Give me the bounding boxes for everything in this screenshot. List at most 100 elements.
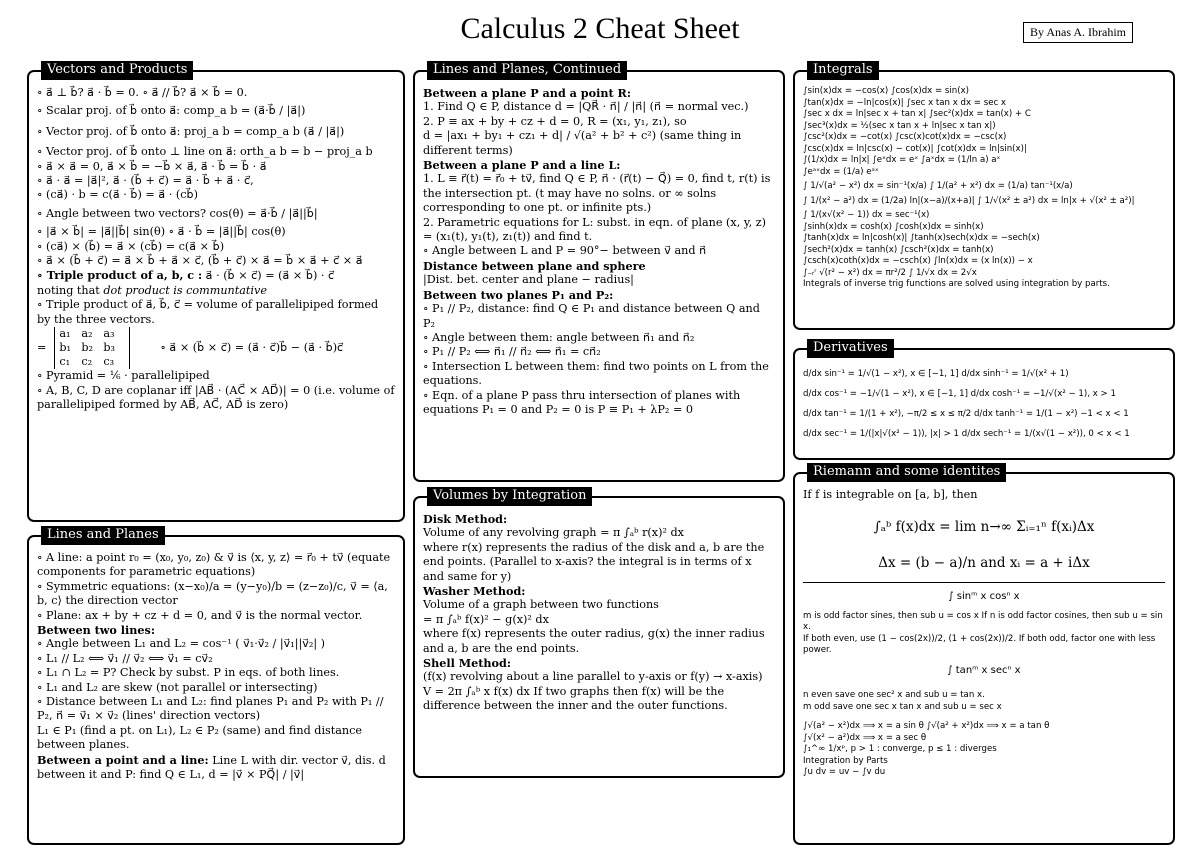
formula-line: ∘ Angle between L₁ and L₂ = cos⁻¹ ( v⃗₁·… [37, 637, 326, 651]
integral-formula: ∫ 1/√(a² − x²) dx = sin⁻¹(x/a) ∫ 1/(a² +… [803, 181, 1073, 191]
section-integrals: Integrals ∫sin(x)dx = −cos(x) ∫cos(x)dx … [793, 61, 1175, 330]
integral-note: Integrals of inverse trig functions are … [803, 279, 1110, 289]
formula-line: ∘ Plane: ax + by + cz + d = 0, and v⃗ is… [37, 608, 363, 622]
subheading: Shell Method: [423, 656, 511, 671]
formula-line: d = |ax₁ + by₁ + cz₁ + d| / √(a² + b² + … [423, 129, 742, 157]
triple-product-formula: a⃗ · (b⃗ × c⃗) = (a⃗ × b⃗) · c⃗ [202, 269, 335, 283]
formula-line: ∘ A, B, C, D are coplanar iff |AB⃗ · (AC… [37, 383, 395, 411]
formula-line: ∘ Scalar proj. of b⃗ onto a⃗: comp_a b =… [37, 104, 306, 118]
point-line-distance: Between a point and a line: Line L with … [37, 753, 395, 783]
section-derivatives: Derivatives d/dx sin⁻¹ = 1/√(1 − x²), x … [793, 339, 1175, 460]
section-header: Vectors and Products [41, 61, 194, 80]
formula-line: where f(x) represents the outer radius, … [423, 627, 765, 655]
matrix-cell: a₃ [103, 327, 115, 341]
integral-formula: ∫₋ᵣʳ √(r² − x²) dx = πr²/2 ∫ 1/√x dx = 2… [803, 267, 977, 278]
section-vectors: Vectors and Products ∘ a⃗ ⊥ b⃗? a⃗ · b⃗ … [27, 61, 405, 522]
formula-line: ∘ (ca⃗) × (b⃗) = a⃗ × (cb⃗) = c(a⃗ × b⃗) [37, 239, 225, 253]
formula-line: ∘ Eqn. of a plane P pass thru intersecti… [423, 388, 741, 416]
section-header: Riemann and some identites [807, 463, 1007, 482]
riemann-intro: If f is integrable on [a, b], then [803, 488, 978, 501]
formula-line: ∘ a⃗ ⊥ b⃗? a⃗ · b⃗ = 0. ∘ a⃗ // b⃗? a⃗ ×… [37, 86, 248, 99]
triple-product-note: noting that dot product is communtative [37, 284, 395, 298]
formula-line: ∘ a⃗ · a⃗ = |a⃗|², a⃗ · (b⃗ + c⃗) = a⃗ ·… [37, 174, 254, 188]
integral-formula: ∫csc²(x)dx = −cot(x) ∫csc(x)cot(x)dx = −… [803, 132, 1007, 142]
formula-line: L₁ ∈ P₁ (find a pt. on L₁), L₂ ∈ P₂ (sam… [37, 723, 363, 752]
section-volumes: Volumes by Integration Disk Method: Volu… [413, 487, 785, 778]
identity-heading: ∫ sinᵐ x cosⁿ x [948, 591, 1020, 603]
matrix-cell: b₂ [81, 341, 94, 355]
formula-line: 2. P ≡ ax + by + cz + d = 0, R = (x₁, y₁… [423, 114, 687, 128]
section-header: Lines and Planes, Continued [427, 61, 628, 80]
integral-formula: ∫tan(x)dx = −ln|cos(x)| ∫sec x tan x dx … [803, 97, 1007, 108]
triple-product: ∘ Triple product of a, b, c : a⃗ · (b⃗ ×… [37, 268, 395, 283]
subheading: Between two planes P₁ and P₂: [423, 287, 614, 302]
subheading: Distance between plane and sphere [423, 258, 646, 273]
formula-line: ∘ Angle between L and P = 90°− between v… [423, 244, 707, 258]
page-title: Calculus 2 Cheat Sheet [460, 12, 740, 45]
formula-line: ∘ Triple product of a⃗, b⃗, c⃗ = volume … [37, 298, 379, 326]
note-prefix: noting that [37, 283, 104, 297]
formula-line: ∘ L₁ // L₂ ⟺ v⃗₁ // v⃗₂ ⟺ v⃗₁ = cv⃗₂ [37, 651, 213, 665]
formula-line: 2. Parametric equations for L: subst. in… [423, 215, 767, 244]
subheading: Between a plane P and a point R: [423, 86, 631, 100]
author-badge: By Anas A. Ibrahim [1023, 22, 1133, 43]
identity-text: If both even, use (1 − cos(2x))/2, (1 + … [803, 633, 1156, 656]
matrix-cell: b₁ [59, 341, 72, 355]
formula-line: ∘ a⃗ × a⃗ = 0, a⃗ × b⃗ = −b⃗ × a⃗, a⃗ · … [37, 159, 267, 173]
matrix-cell: a₂ [81, 327, 93, 341]
formula-line: ∘ Vector proj. of b⃗ onto a⃗: proj_a b =… [37, 124, 345, 138]
formula-line: ∘ Distance between L₁ and L₂: find plane… [37, 695, 384, 723]
identity-heading: ∫ tanᵐ x secⁿ x [947, 664, 1021, 676]
subheading: Between a point and a line: [37, 752, 209, 767]
subheading: Between a plane P and a line L: [423, 158, 621, 173]
formula-line: ∘ Angle between them: angle between n⃗₁ … [423, 330, 695, 344]
identity-text: m is odd factor sines, then sub u = cos … [803, 610, 1163, 633]
formula-line: ∘ P₁ // P₂ ⟺ n⃗₁ // n⃗₂ ⟺ n⃗₁ = cn⃗₂ [423, 345, 601, 359]
identity-text: m odd save one sec x tan x and sub u = s… [803, 701, 1002, 712]
formula-line: ∘ Vector proj. of b⃗ onto ⊥ line on a⃗: … [37, 145, 373, 159]
formula-line: ∘ L₁ and L₂ are skew (not parallel or in… [37, 680, 318, 694]
identities-block: ∫ sinᵐ x cosⁿ x m is odd factor sines, t… [803, 591, 1165, 779]
matrix-cell: b₃ [103, 341, 116, 355]
section-header: Lines and Planes [41, 526, 165, 545]
integral-formula: ∫ 1/(x√(x² − 1)) dx = sec⁻¹(x) [803, 210, 930, 220]
subheading: Washer Method: [423, 584, 526, 599]
matrix-cell: c₃ [103, 355, 115, 369]
integral-formula: ∫tanh(x)dx = ln|cosh(x)| ∫tanh(x)sech(x)… [803, 233, 1040, 243]
triple-product-label: ∘ Triple product of a, b, c : [37, 268, 203, 283]
determinant-matrix: a₁ a₂ a₃ b₁ b₂ b₃ c₁ c₂ c₃ [54, 327, 131, 370]
section-riemann: Riemann and some identites If f is integ… [793, 463, 1175, 845]
riemann-sum-formula: ∫ₐᵇ f(x)dx = lim n→∞ Σᵢ₌₁ⁿ f(xᵢ)Δx [873, 519, 1095, 536]
formula-line: where r(x) represents the radius of the … [423, 540, 765, 583]
formula-line: ∘ |a⃗ × b⃗| = |a⃗||b⃗| sin(θ) ∘ a⃗ · b⃗ … [37, 225, 286, 239]
formula-line: = π ∫ₐᵇ f(x)² − g(x)² dx [423, 612, 549, 626]
derivative-formula: d/dx cos⁻¹ = −1/√(1 − x²), x ∈ [−1, 1] d… [803, 389, 1116, 399]
formula-line: ∘ Symmetric equations: (x−x₀)/a = (y−y₀)… [37, 579, 388, 608]
derivative-formula: d/dx sin⁻¹ = 1/√(1 − x²), x ∈ [−1, 1] d/… [803, 369, 1069, 379]
formula-line: V = 2π ∫ₐᵇ x f(x) dx If two graphs then … [423, 684, 728, 713]
identity-text: Integration by Parts [803, 755, 888, 766]
integral-formula: ∫sec x dx = ln|sec x + tan x| ∫sec²(x)dx… [803, 109, 1031, 119]
subheading: Disk Method: [423, 512, 508, 526]
formula-line: (f(x) revolving about a line parallel to… [423, 670, 763, 684]
integral-formula: ∫sech²(x)dx = tanh(x) ∫csch²(x)dx = tanh… [803, 244, 994, 255]
integral-formula: ∫sec³(x)dx = ½(sec x tan x + ln|sec x ta… [803, 120, 996, 131]
delta-x-formula: Δx = (b − a)/n and xᵢ = a + iΔx [878, 555, 1090, 572]
identity-text: n even save one sec² x and sub u = tan x… [803, 690, 985, 701]
determinant-row: = a₁ a₂ a₃ b₁ b₂ b₃ c₁ c₂ c₃ ∘ a⃗ × (b⃗ × c⃗) … [37, 327, 395, 370]
identity-text: ∫₁^∞ 1/xᵖ, p > 1 : converge, p ≤ 1 : div… [803, 744, 997, 755]
section-header: Derivatives [807, 339, 894, 358]
matrix-cell: c₁ [59, 355, 71, 369]
formula-line: 1. Find Q ∈ P, distance d = |QR⃗ · n⃗| /… [423, 100, 749, 114]
identity-text: ∫u dv = uv − ∫v du [803, 767, 886, 778]
subheading: Between two lines: [37, 623, 155, 638]
formula-line: |Dist. bet. center and plane − radius| [423, 273, 634, 287]
integral-formula: ∫csc(x)dx = ln|csc(x) − cot(x)| ∫cot(x)d… [803, 143, 1027, 154]
note-italic: dot product is communtative [103, 283, 267, 297]
bac-cab-rule: ∘ a⃗ × (b⃗ × c⃗) = (a⃗ · c⃗)b⃗ − (a⃗ · b… [160, 340, 344, 354]
section-header: Integrals [807, 61, 879, 80]
equals-sign: = [37, 340, 47, 354]
derivative-formula: d/dx tan⁻¹ = 1/(1 + x²), −π/2 ≤ x ≤ π/2 … [803, 409, 1129, 419]
formula-line: ∘ P₁ // P₂, distance: find Q ∈ P₁ and di… [423, 302, 760, 330]
integral-formula: ∫ 1/(x² − a²) dx = (1/2a) ln|(x−a)/(x+a)… [803, 195, 1135, 206]
